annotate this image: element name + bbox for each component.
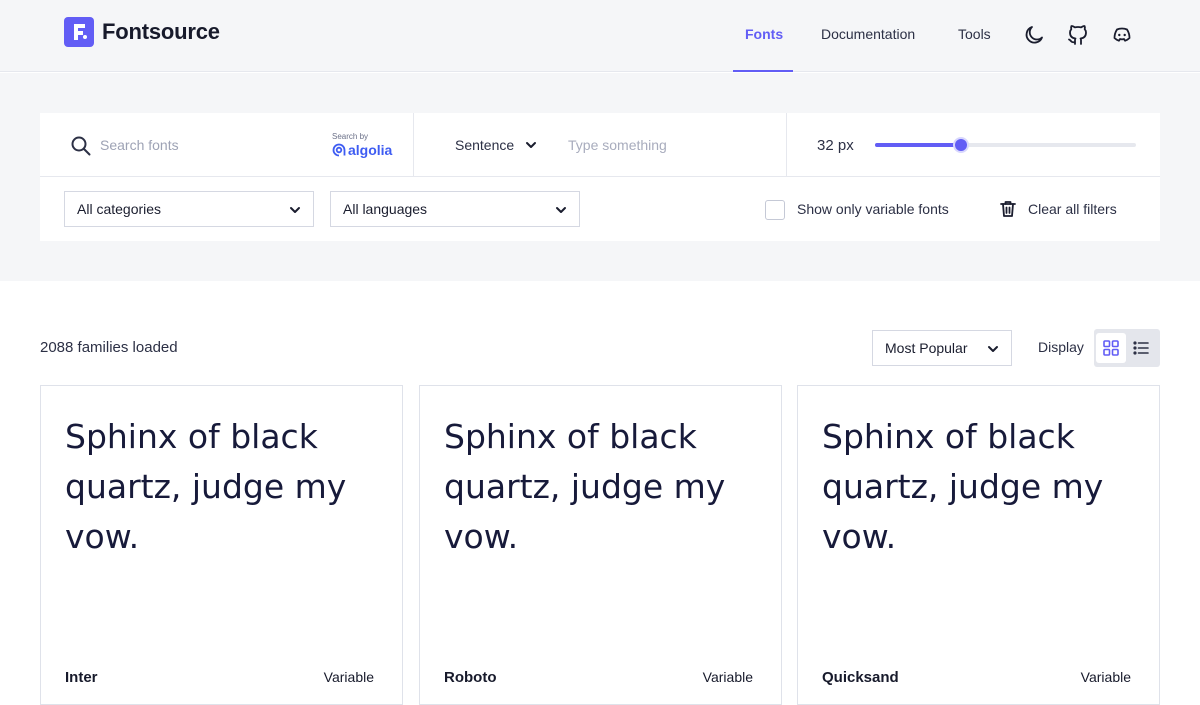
grid-icon bbox=[1103, 340, 1119, 356]
font-preview-text: Sphinx of black quartz, judge my vow. bbox=[444, 417, 726, 556]
display-mode-toggle bbox=[1094, 329, 1160, 367]
preview-text-input[interactable] bbox=[568, 133, 768, 157]
variable-badge: Variable bbox=[702, 669, 753, 685]
font-preview-text: Sphinx of black quartz, judge my vow. bbox=[65, 417, 347, 556]
font-name: Quicksand bbox=[822, 669, 899, 686]
logo[interactable]: Fontsource bbox=[64, 17, 220, 47]
grid-view-button[interactable] bbox=[1096, 333, 1126, 363]
divider bbox=[786, 113, 787, 176]
list-view-button[interactable] bbox=[1126, 333, 1156, 363]
variable-fonts-checkbox[interactable] bbox=[765, 200, 785, 220]
trash-icon bbox=[1000, 201, 1016, 217]
variable-fonts-label[interactable]: Show only variable fonts bbox=[797, 201, 949, 217]
variable-badge: Variable bbox=[1080, 669, 1131, 685]
filter-panel: Search by algolia Sentence 32 px bbox=[40, 113, 1160, 241]
font-card[interactable]: Sphinx of black quartz, judge my vow. In… bbox=[40, 385, 403, 705]
filter-section: Search by algolia Sentence 32 px bbox=[0, 73, 1200, 281]
category-select-value: All categories bbox=[77, 201, 162, 217]
font-preview-text: Sphinx of black quartz, judge my vow. bbox=[822, 417, 1104, 556]
category-select[interactable]: All categories bbox=[64, 191, 314, 227]
results-count: 2088 families loaded bbox=[40, 339, 178, 356]
language-select-value: All languages bbox=[343, 201, 428, 217]
discord-icon[interactable] bbox=[1110, 23, 1134, 47]
algolia-search-by: Search by bbox=[332, 132, 369, 141]
chevron-down-icon bbox=[556, 207, 566, 213]
nav-fonts[interactable]: Fonts bbox=[745, 26, 783, 42]
font-size-label: 32 px bbox=[817, 137, 854, 154]
chevron-down-icon bbox=[526, 142, 537, 148]
algolia-badge[interactable]: Search by algolia bbox=[332, 132, 396, 158]
divider bbox=[413, 113, 414, 176]
variable-badge: Variable bbox=[323, 669, 374, 685]
font-size-slider[interactable] bbox=[875, 139, 1136, 151]
font-name: Roboto bbox=[444, 669, 497, 686]
slider-fill bbox=[875, 143, 962, 147]
preview-mode-value: Sentence bbox=[455, 137, 515, 153]
preview-mode-dropdown[interactable]: Sentence bbox=[455, 137, 538, 153]
nav-tools[interactable]: Tools bbox=[958, 26, 991, 42]
moon-icon[interactable] bbox=[1022, 23, 1046, 47]
list-icon bbox=[1133, 341, 1149, 355]
nav-active-indicator bbox=[733, 70, 793, 72]
nav-documentation[interactable]: Documentation bbox=[821, 26, 915, 42]
search-icon bbox=[70, 135, 92, 157]
chevron-down-icon bbox=[290, 207, 300, 213]
algolia-icon bbox=[332, 143, 346, 157]
sort-select[interactable]: Most Popular bbox=[872, 330, 1012, 366]
top-header: Fontsource Fonts Documentation Tools bbox=[0, 0, 1200, 72]
font-name: Inter bbox=[65, 669, 98, 686]
sort-select-value: Most Popular bbox=[885, 340, 968, 356]
divider bbox=[40, 176, 1160, 177]
github-icon[interactable] bbox=[1066, 23, 1090, 47]
algolia-brand: algolia bbox=[348, 142, 393, 158]
slider-handle[interactable] bbox=[955, 139, 968, 151]
fontsource-logo-icon bbox=[64, 17, 94, 47]
search-input[interactable] bbox=[100, 133, 320, 157]
font-card[interactable]: Sphinx of black quartz, judge my vow. Ro… bbox=[419, 385, 782, 705]
language-select[interactable]: All languages bbox=[330, 191, 580, 227]
logo-text: Fontsource bbox=[102, 19, 220, 44]
clear-filters-label: Clear all filters bbox=[1028, 201, 1117, 217]
font-card[interactable]: Sphinx of black quartz, judge my vow. Qu… bbox=[797, 385, 1160, 705]
chevron-down-icon bbox=[988, 346, 998, 352]
clear-filters-button[interactable]: Clear all filters bbox=[998, 199, 1117, 219]
display-label: Display bbox=[1038, 339, 1084, 355]
